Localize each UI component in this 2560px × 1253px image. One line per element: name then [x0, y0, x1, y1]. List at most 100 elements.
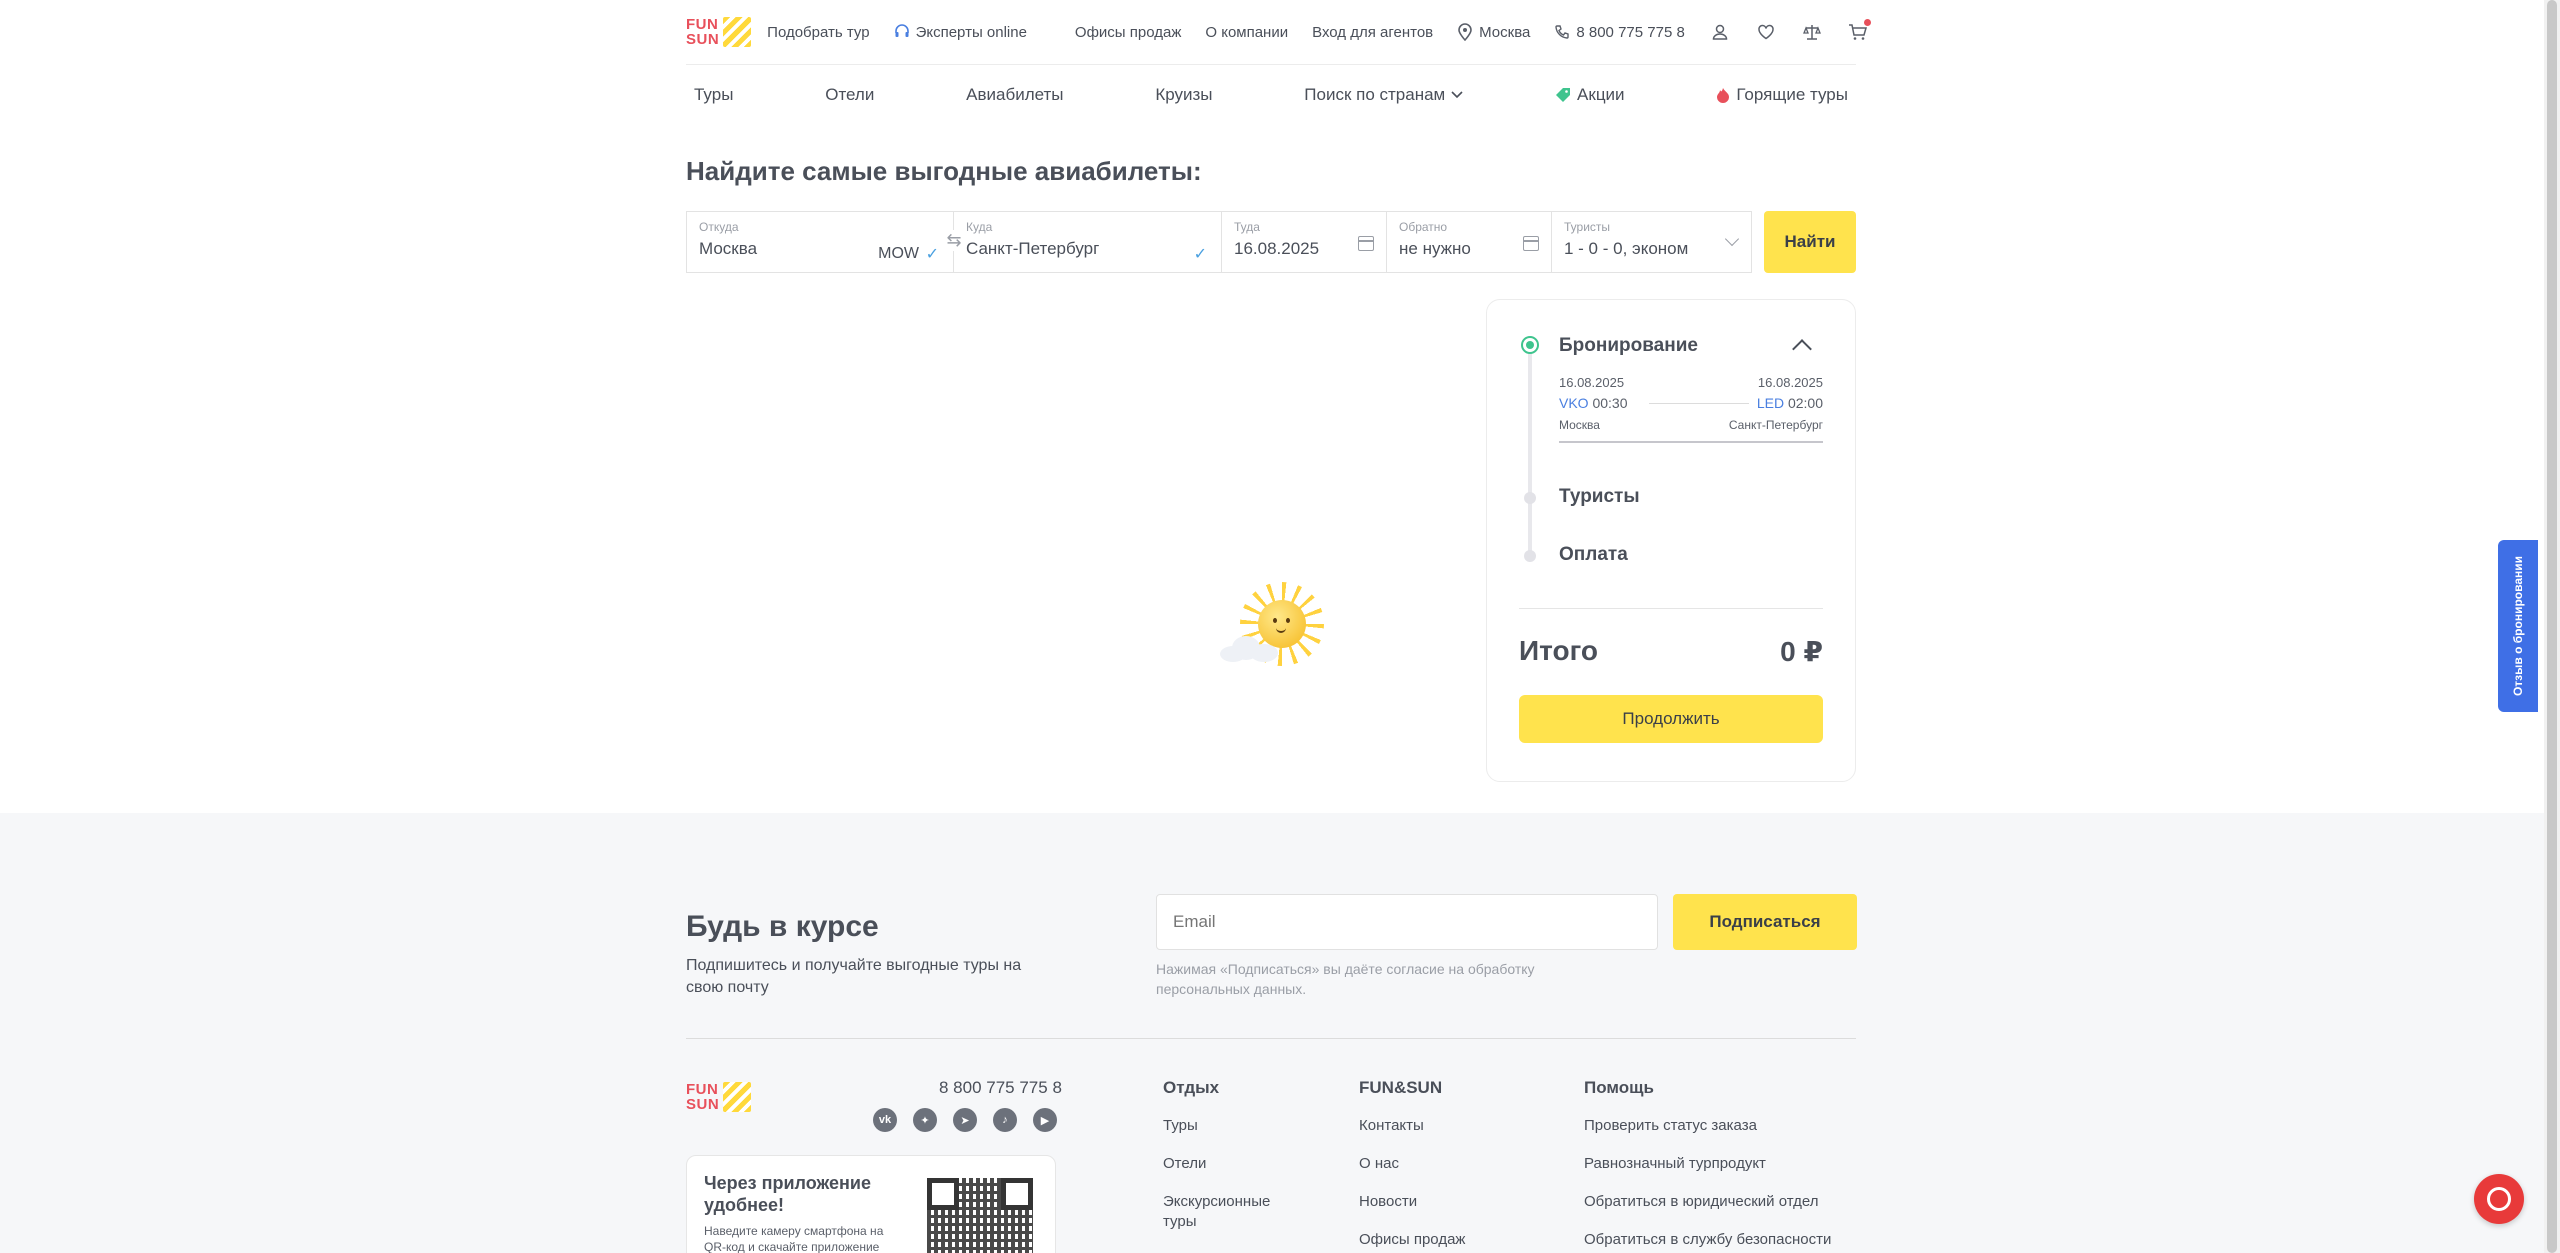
- step-booking-title: Бронирование: [1559, 335, 1698, 356]
- swap-direction-icon[interactable]: ⇆: [943, 230, 965, 251]
- nav-flights[interactable]: Авиабилеты: [966, 85, 1063, 105]
- phone-number: 8 800 775 775 8: [1576, 23, 1685, 41]
- return-date-field[interactable]: Обратно не нужно: [1387, 211, 1552, 273]
- footer-divider: [686, 1038, 1856, 1039]
- tourists-label: Туристы: [1564, 220, 1611, 234]
- app-title: Через приложение удобнее!: [704, 1173, 871, 1215]
- dzen-icon[interactable]: ✦: [913, 1108, 937, 1132]
- total-value: 0 ₽: [1780, 636, 1823, 667]
- logo-line-1: FUN: [686, 1081, 719, 1098]
- footer-link[interactable]: Экскурсионные туры: [1163, 1192, 1283, 1232]
- arrive-airport-code: LED: [1756, 395, 1785, 411]
- check-icon: ✓: [925, 246, 939, 263]
- cart-icon: [1848, 24, 1867, 40]
- booking-summary-panel: Бронирование 16.08.2025 16.08.2025 VKO 0…: [1486, 299, 1856, 782]
- compare-button[interactable]: [1801, 21, 1823, 43]
- email-input[interactable]: [1156, 894, 1658, 950]
- continue-button[interactable]: Продолжить: [1519, 695, 1823, 743]
- depart-date-field[interactable]: Туда 16.08.2025: [1222, 211, 1387, 273]
- header-divider: [686, 64, 1856, 65]
- social-links: vk ✦ ➤ ♪ ▶: [873, 1108, 1057, 1132]
- nav-country-search[interactable]: Поиск по странам: [1304, 85, 1463, 105]
- depart-value: 16.08.2025: [1234, 239, 1320, 258]
- chevron-down-icon: [1451, 91, 1463, 99]
- step-dot: [1524, 492, 1536, 504]
- top-link-agents[interactable]: Вход для агентов: [1312, 24, 1433, 41]
- depart-airport-code: VKO: [1559, 395, 1589, 411]
- tourists-field[interactable]: Туристы 1 - 0 - 0, эконом: [1552, 211, 1752, 273]
- footer-link[interactable]: Отели: [1163, 1154, 1283, 1174]
- logo-line-1: FUN: [686, 16, 719, 33]
- scrollbar[interactable]: [2544, 0, 2560, 1253]
- footer-phone[interactable]: 8 800 775 775 8: [939, 1078, 1062, 1098]
- cart-button[interactable]: [1847, 19, 1871, 43]
- logo-stripes-icon: [723, 17, 752, 47]
- logo-text: FUN SUN: [686, 17, 719, 47]
- app-description: Наведите камеру смартфона на QR-код и ск…: [704, 1224, 884, 1253]
- footer-link[interactable]: Новости: [1359, 1192, 1465, 1212]
- profile-button[interactable]: [1709, 21, 1731, 43]
- footer-link[interactable]: Офисы продаж: [1359, 1230, 1465, 1250]
- heart-icon: [1758, 24, 1774, 40]
- cloud-icon: [1220, 636, 1278, 662]
- top-link-about[interactable]: О компании: [1205, 24, 1288, 41]
- favorites-button[interactable]: [1755, 21, 1777, 43]
- chat-button[interactable]: [2474, 1174, 2524, 1224]
- page-title: Найдите самые выгодные авиабилеты:: [686, 156, 1202, 186]
- logo-line-2: SUN: [686, 1096, 720, 1113]
- nav-hotels[interactable]: Отели: [825, 85, 874, 105]
- footer-logo[interactable]: FUN SUN: [686, 1080, 756, 1114]
- from-label: Откуда: [699, 220, 739, 234]
- city-selector[interactable]: Москва: [1457, 23, 1530, 41]
- segment-depart-date: 16.08.2025: [1559, 375, 1625, 390]
- footer-link[interactable]: О нас: [1359, 1154, 1465, 1174]
- top-link-experts[interactable]: Эксперты online: [894, 24, 1051, 41]
- top-bar: FUN SUN Подобрать тур Эксперты online Оф…: [686, 14, 1871, 50]
- phone-link[interactable]: 8 800 775 775 8: [1554, 23, 1685, 41]
- find-button[interactable]: Найти: [1764, 211, 1856, 273]
- feedback-tab[interactable]: Отзыв о бронировании: [2498, 540, 2538, 712]
- return-value: не нужно: [1399, 239, 1471, 258]
- return-label: Обратно: [1399, 220, 1448, 234]
- nav-hot-tours[interactable]: Горящие туры: [1716, 85, 1848, 105]
- nav-hot-tours-label: Горящие туры: [1736, 85, 1848, 104]
- footer-link[interactable]: Обратиться в юридический отдел: [1584, 1192, 1831, 1212]
- footer-link[interactable]: Проверить статус заказа: [1584, 1116, 1831, 1136]
- segment-depart: VKO 00:30: [1559, 395, 1628, 411]
- nav-cruises[interactable]: Круизы: [1155, 85, 1212, 105]
- top-link-offices[interactable]: Офисы продаж: [1075, 24, 1181, 41]
- location-pin-icon: [1458, 23, 1472, 41]
- chevron-up-icon[interactable]: [1792, 339, 1812, 359]
- from-field[interactable]: Откуда Москва MOW ✓: [686, 211, 954, 273]
- step-tourists-title: Туристы: [1559, 486, 1640, 507]
- depart-label: Туда: [1234, 220, 1260, 234]
- nav-promotions[interactable]: Акции: [1555, 85, 1625, 105]
- scrollbar-thumb[interactable]: [2547, 0, 2557, 1253]
- step-dot: [1524, 550, 1536, 562]
- column-title: FUN&SUN: [1359, 1078, 1443, 1097]
- footer-link[interactable]: Контакты: [1359, 1116, 1465, 1136]
- to-field[interactable]: Куда Санкт-Петербург ✓: [954, 211, 1222, 273]
- feedback-tab-label: Отзыв о бронировании: [2511, 555, 2525, 697]
- footer-link[interactable]: Туры: [1163, 1116, 1283, 1136]
- top-nav: Подобрать тур Эксперты online Офисы прод…: [767, 24, 1457, 41]
- youtube-icon[interactable]: ▶: [1033, 1108, 1057, 1132]
- subscribe-title: Будь в курсе: [686, 910, 879, 943]
- depart-time: 00:30: [1592, 395, 1628, 411]
- panel-divider: [1519, 608, 1823, 609]
- footer-link[interactable]: Обратиться в службу безопасности: [1584, 1230, 1831, 1250]
- telegram-icon[interactable]: ➤: [953, 1108, 977, 1132]
- vk-icon[interactable]: vk: [873, 1108, 897, 1132]
- steps-track: [1528, 346, 1532, 561]
- to-label: Куда: [966, 220, 993, 234]
- footer-link[interactable]: Равнозначный турпродукт: [1584, 1154, 1831, 1174]
- footer-column-company: FUN&SUN Контакты О нас Новости Офисы про…: [1359, 1078, 1465, 1250]
- tiktok-icon[interactable]: ♪: [993, 1108, 1017, 1132]
- total-label: Итого: [1519, 635, 1598, 666]
- phone-icon: [1555, 25, 1570, 39]
- subscribe-button[interactable]: Подписаться: [1673, 894, 1857, 950]
- segment-underline: [1559, 441, 1823, 443]
- nav-tours[interactable]: Туры: [694, 85, 733, 105]
- top-link-choose-tour[interactable]: Подобрать тур: [767, 24, 869, 41]
- site-logo[interactable]: FUN SUN: [686, 15, 752, 49]
